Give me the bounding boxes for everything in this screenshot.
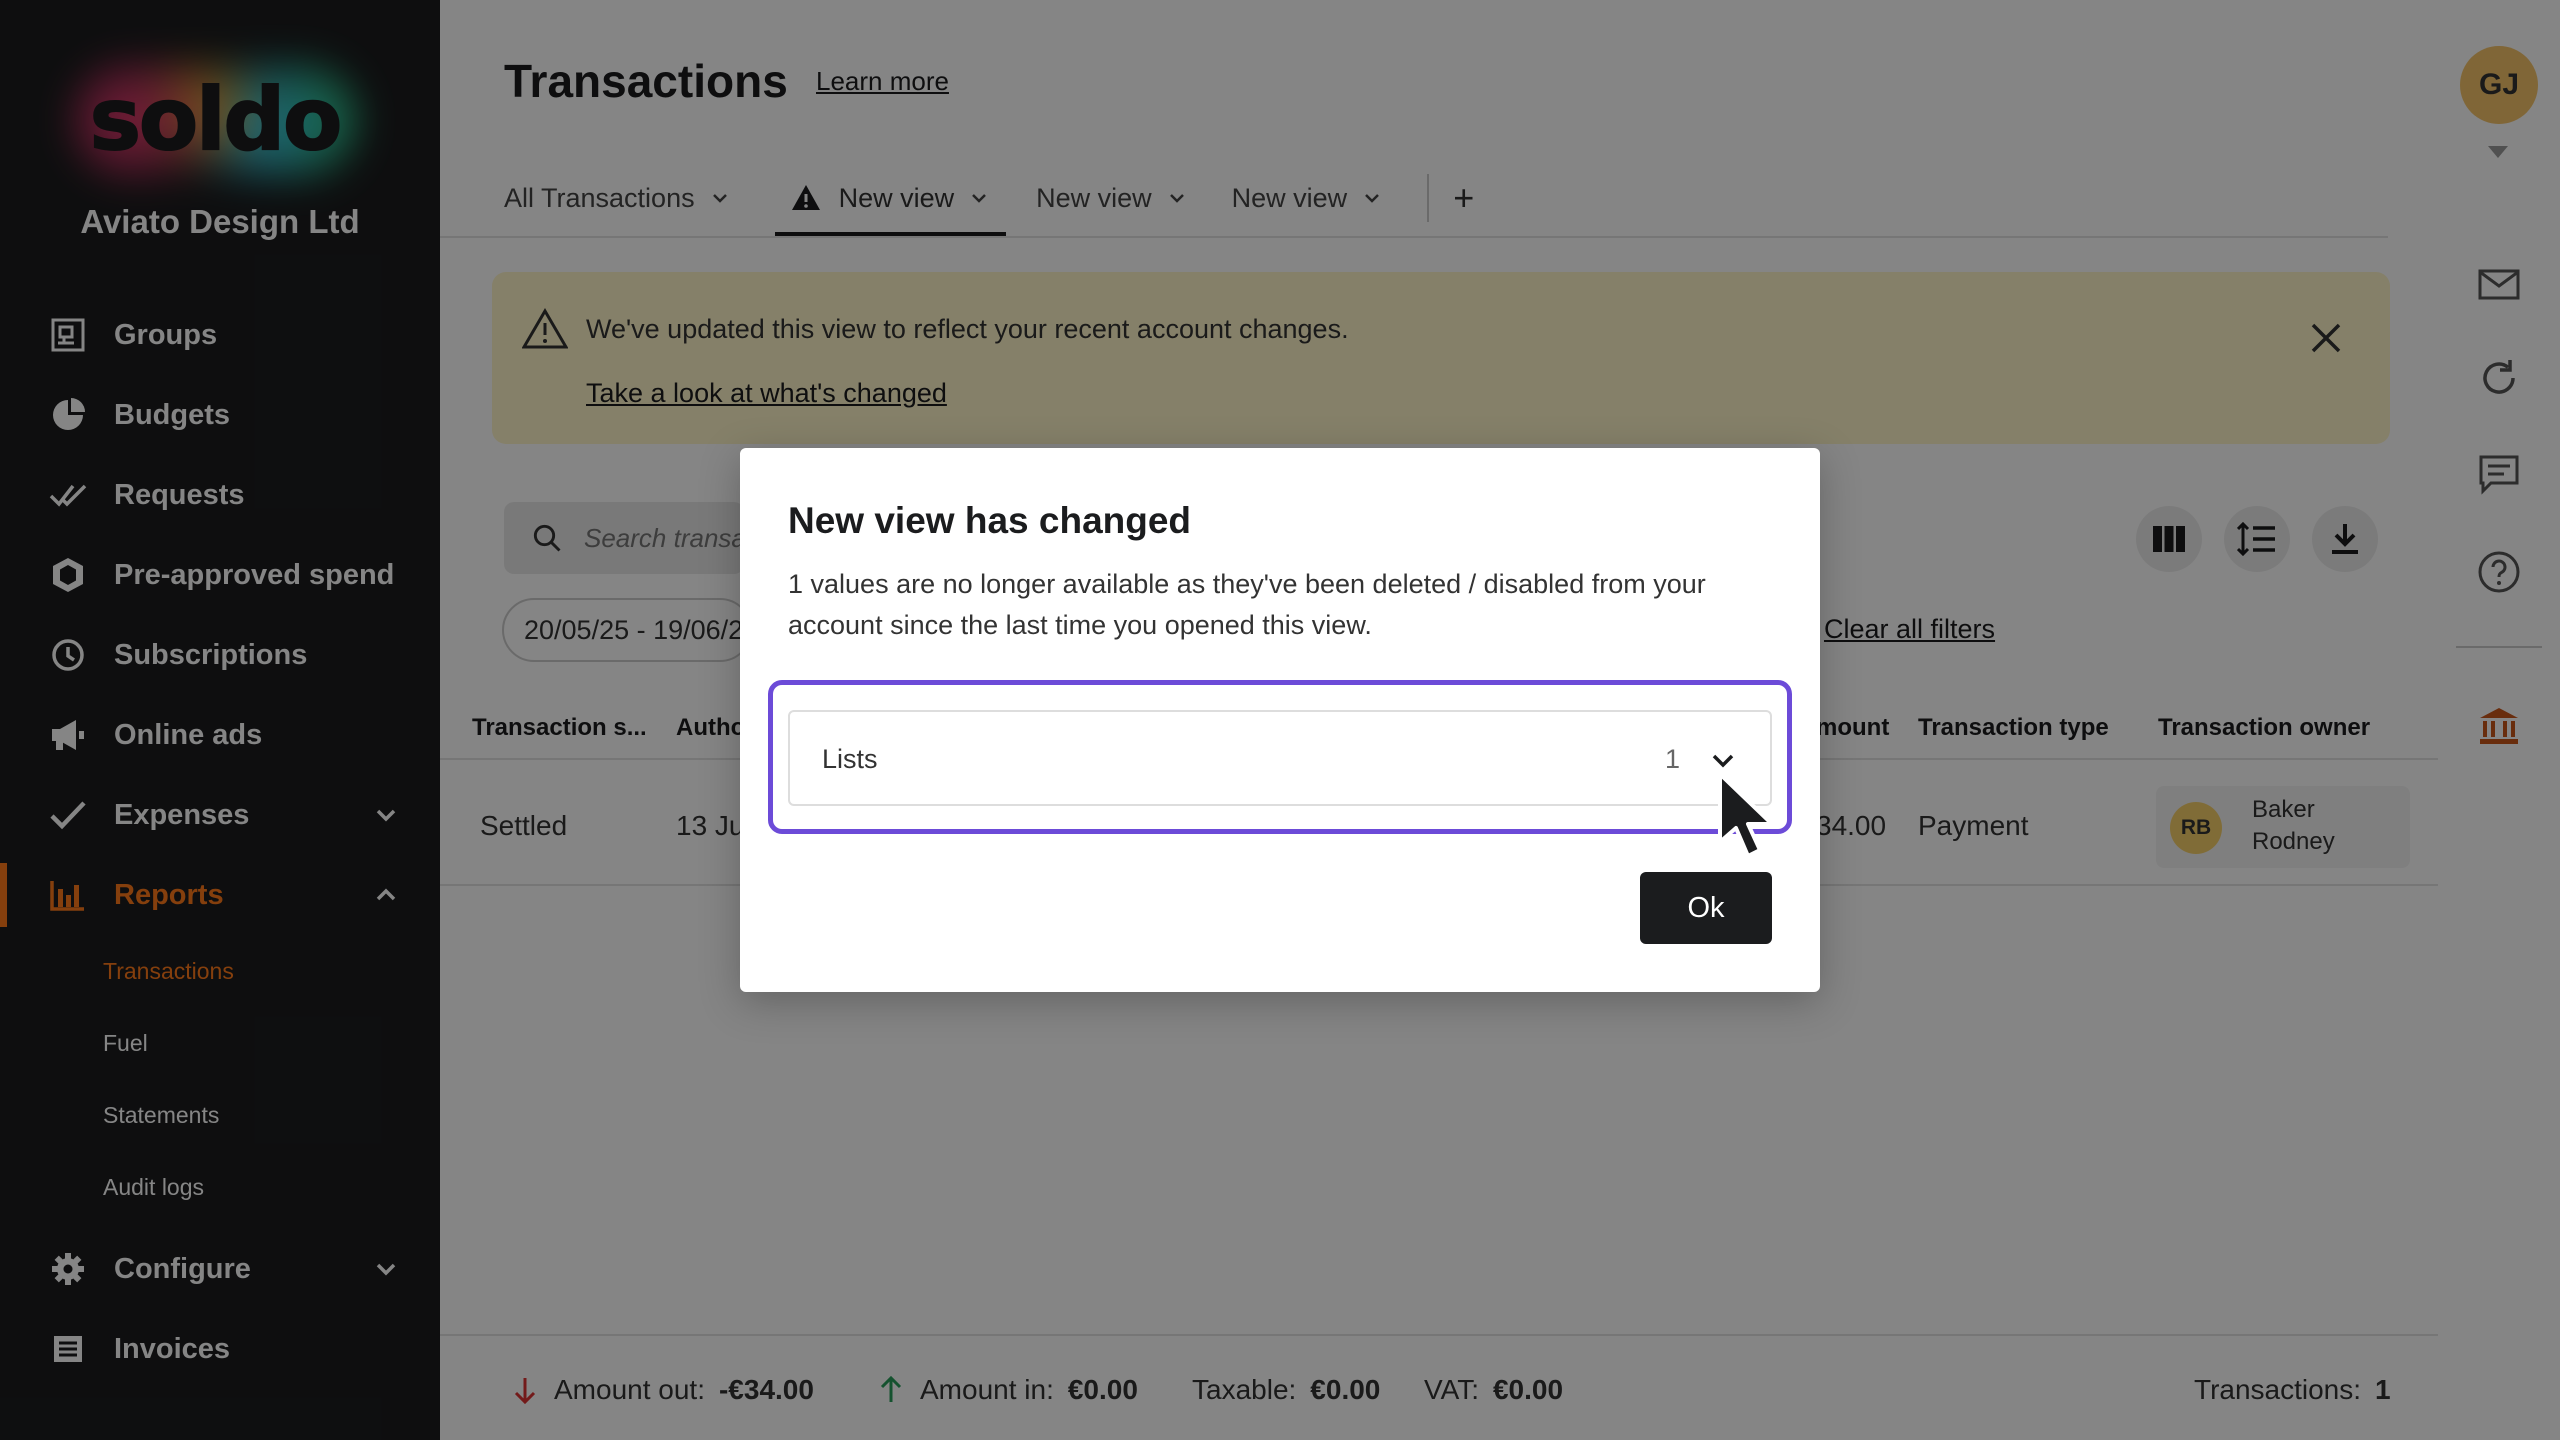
dropdown-label: Lists [822, 744, 878, 774]
dropdown-count: 1 [1664, 744, 1680, 774]
changed-view-dialog: New view has changed 1 values are no lon… [740, 448, 1820, 992]
dialog-title: New view has changed [788, 500, 1192, 541]
dialog-body: 1 values are no longer available as they… [788, 569, 1706, 640]
mouse-cursor-icon [1718, 772, 1774, 858]
ok-button[interactable]: Ok [1640, 872, 1772, 944]
lists-dropdown[interactable]: Lists 1 [788, 710, 1772, 806]
